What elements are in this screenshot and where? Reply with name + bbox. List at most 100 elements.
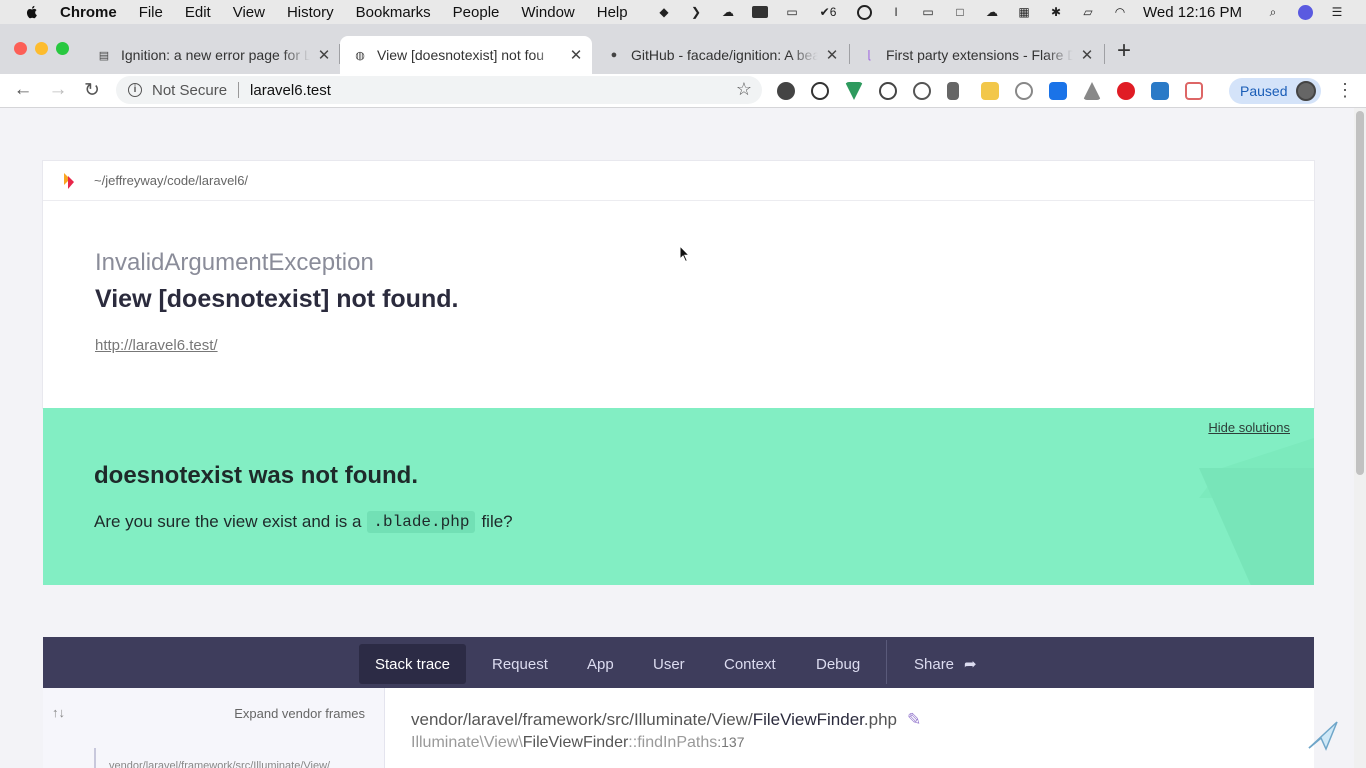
drive-icon[interactable]	[1083, 82, 1101, 100]
messages-icon[interactable]	[751, 5, 769, 19]
info-icon[interactable]: i	[128, 83, 142, 97]
file-name: FileViewFinder	[752, 710, 864, 729]
stack-frame-item[interactable]: vendor/laravel/framework/src/Illuminate/…	[109, 760, 330, 768]
tasks-check-icon[interactable]: ✔ 6	[815, 5, 841, 19]
tab-user[interactable]: User	[637, 644, 701, 684]
page-scrollbar[interactable]	[1354, 108, 1366, 768]
tab-app[interactable]: App	[571, 644, 630, 684]
notification-center-icon[interactable]: ☰	[1328, 5, 1346, 19]
tab-github-ignition[interactable]: ● GitHub - facade/ignition: A bea ✕	[598, 36, 848, 74]
wifi-icon[interactable]: ◠	[1111, 5, 1129, 19]
airplay-icon[interactable]: ▱	[1079, 5, 1097, 19]
onepassword-icon[interactable]	[855, 4, 873, 20]
menu-window[interactable]: Window	[521, 4, 574, 21]
tab-title: View [doesnotexist] not fou	[377, 47, 562, 63]
menu-people[interactable]: People	[453, 4, 500, 21]
close-tab-icon[interactable]: ✕	[1079, 46, 1095, 64]
file-ext: .php	[863, 710, 897, 729]
chevron-right-icon[interactable]: ❯	[687, 5, 705, 19]
tab-stack-trace[interactable]: Stack trace	[359, 644, 467, 684]
onepassword-extension-icon[interactable]	[811, 82, 829, 100]
github-icon: ●	[610, 49, 618, 61]
close-tab-icon[interactable]: ✕	[316, 46, 332, 64]
opera-icon[interactable]	[1117, 82, 1135, 100]
grid-icon[interactable]: ▦	[1015, 5, 1033, 19]
extension-icon-1[interactable]	[777, 82, 795, 100]
screenshot-icon[interactable]	[1151, 82, 1169, 100]
menu-view[interactable]: View	[233, 4, 265, 21]
vue-devtools-icon[interactable]	[845, 82, 863, 100]
solution-code: .blade.php	[367, 511, 476, 533]
screen-cast-icon[interactable]	[1049, 82, 1067, 100]
paper-plane-icon[interactable]	[1306, 718, 1340, 752]
video-icon[interactable]: ▭	[783, 5, 801, 19]
cloud-upload-icon[interactable]: ☁	[719, 5, 737, 19]
tab-title: First party extensions - Flare D	[886, 47, 1073, 63]
tab-title: Ignition: a new error page for L	[121, 47, 310, 63]
card-header: ~/jeffreyway/code/laravel6/	[43, 161, 1314, 201]
document-icon: ▤	[98, 49, 110, 62]
share-button[interactable]: Share ➦	[898, 644, 993, 684]
tab-context[interactable]: Context	[708, 644, 792, 684]
debug-tabs-bar: Stack trace Request App User Context Deb…	[43, 637, 1314, 688]
method-name: ::findInPaths	[628, 734, 718, 751]
close-tab-icon[interactable]: ✕	[568, 46, 584, 64]
browser-menu-icon[interactable]: ⋮	[1336, 80, 1354, 101]
profile-paused-chip[interactable]: Paused	[1229, 78, 1321, 104]
history-extension-icon[interactable]	[1015, 82, 1033, 100]
sticky-note-icon[interactable]	[981, 82, 999, 100]
macos-menu-bar: Chrome File Edit View History Bookmarks …	[0, 0, 1366, 24]
sync-extension-icon[interactable]	[879, 82, 897, 100]
zoom-window-icon[interactable]	[56, 42, 69, 55]
expand-vendor-frames-button[interactable]: Expand vendor frames	[234, 706, 365, 721]
solution-title: doesnotexist was not found.	[94, 462, 419, 489]
mail-extension-icon[interactable]	[1185, 82, 1203, 100]
reload-icon[interactable]: ↻	[81, 79, 103, 102]
profile-paused-label: Paused	[1240, 83, 1288, 99]
forward-arrow-icon[interactable]: →	[47, 79, 69, 101]
edit-pencil-icon[interactable]: ✎	[907, 710, 921, 729]
project-path: ~/jeffreyway/code/laravel6/	[94, 173, 249, 188]
tab-request[interactable]: Request	[476, 644, 564, 684]
siri-icon[interactable]	[1296, 4, 1314, 20]
exception-class: InvalidArgumentException	[95, 249, 374, 276]
class-name: FileViewFinder	[522, 734, 629, 751]
request-url-link[interactable]: http://laravel6.test/	[95, 337, 218, 354]
menu-edit[interactable]: Edit	[185, 4, 211, 21]
avatar	[1296, 81, 1317, 101]
address-bar[interactable]: i Not Secure laravel6.test ☆	[116, 76, 762, 104]
display-icon[interactable]: ▭	[919, 5, 937, 19]
menu-app-name[interactable]: Chrome	[60, 4, 117, 21]
menu-history[interactable]: History	[287, 4, 334, 21]
spotlight-search-icon[interactable]: ⌕	[1264, 5, 1282, 19]
minimize-window-icon[interactable]	[35, 42, 48, 55]
tab-debug[interactable]: Debug	[800, 644, 876, 684]
new-tab-plus-icon[interactable]: +	[1117, 37, 1131, 65]
frame-navigation-arrows-icon[interactable]: ↑↓	[52, 705, 65, 720]
scrollbar-thumb[interactable]	[1356, 111, 1364, 475]
share-arrow-icon: ➦	[964, 656, 977, 673]
close-tab-icon[interactable]: ✕	[824, 46, 840, 64]
share-label: Share	[914, 655, 955, 673]
menu-file[interactable]: File	[139, 4, 163, 21]
menu-bookmarks[interactable]: Bookmarks	[356, 4, 431, 21]
bookmark-extension-icon[interactable]	[947, 82, 959, 100]
menubar-clock[interactable]: Wed 12:16 PM	[1143, 4, 1242, 21]
apple-icon[interactable]	[24, 4, 40, 20]
tab-view-not-found[interactable]: ◍ View [doesnotexist] not fou ✕	[340, 36, 592, 74]
menu-help[interactable]: Help	[597, 4, 628, 21]
code-extension-icon[interactable]	[913, 82, 931, 100]
tab-flare-docs[interactable]: ɭ First party extensions - Flare D ✕	[853, 36, 1103, 74]
back-arrow-icon[interactable]: ←	[12, 79, 34, 101]
close-window-icon[interactable]	[14, 42, 27, 55]
window-icon[interactable]: □	[951, 5, 969, 19]
bluetooth-icon[interactable]: ✱	[1047, 5, 1065, 19]
hide-solutions-link[interactable]: Hide solutions	[1208, 420, 1290, 435]
dropbox-icon[interactable]: ◆	[655, 5, 673, 19]
thermometer-icon[interactable]: ǀ	[887, 5, 905, 19]
tab-ignition[interactable]: ▤ Ignition: a new error page for L ✕	[88, 36, 340, 74]
bookmark-star-icon[interactable]: ☆	[736, 79, 752, 100]
solution-desc-text-end: file?	[481, 512, 513, 531]
url-text[interactable]: laravel6.test	[250, 82, 331, 99]
cloud-icon[interactable]: ☁	[983, 5, 1001, 19]
